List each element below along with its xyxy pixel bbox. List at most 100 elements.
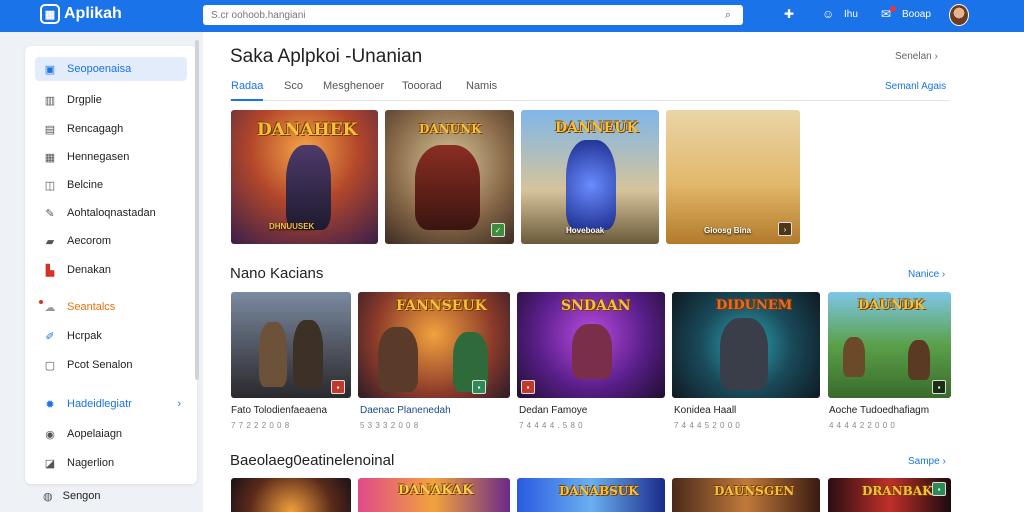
sidebar-item-9[interactable]: ☁ Seantalcs (35, 295, 187, 319)
hero-figure (293, 320, 323, 388)
game-card-7[interactable]: DANAKAK (358, 478, 510, 512)
grid-icon: ▥ (44, 94, 56, 107)
user-icon[interactable]: ☺ (822, 7, 834, 21)
section-new-title: Nano Kacians (230, 265, 324, 282)
sidebar-item-12[interactable]: ✹ Hadeidlegiatr › (35, 392, 187, 416)
play-badge-icon: › (778, 222, 792, 236)
sidebar-item-6[interactable]: ✎ Aohtaloqnastadan (35, 201, 187, 225)
see-all-label: Nanice (908, 269, 940, 280)
user-label[interactable]: Ihu (844, 9, 858, 20)
game-title-art: DANAHEK (257, 120, 358, 140)
sidebar-item-8[interactable]: ▙ Denakan (35, 258, 187, 282)
hero-figure (572, 324, 612, 379)
list-icon: ▢ (44, 359, 56, 372)
game-title-art: DANUNK (419, 122, 482, 136)
sidebar-item-label: Aecorom (67, 235, 112, 247)
main-panel (203, 32, 1024, 512)
tab-2[interactable]: Sco (284, 80, 303, 101)
search-icon[interactable]: ⌕ (721, 9, 735, 22)
sidebar-item-home[interactable]: ▣ Seopoenaisa (35, 57, 187, 81)
avatar[interactable] (949, 4, 969, 26)
section-third-see-all[interactable]: Sampe › (908, 456, 946, 467)
game-card-10[interactable]: DRANBAK ▪ (828, 478, 951, 512)
sidebar-item-15[interactable]: ◍ Sengon (35, 486, 101, 506)
platform-badge: ▪ (932, 482, 946, 496)
game-card-9[interactable]: DAUNSGEN (672, 478, 820, 512)
sidebar-item-label: Hadeidlegiatr (67, 398, 132, 410)
tab-1[interactable]: Radaa (231, 80, 264, 101)
book-icon: ◫ (44, 179, 56, 192)
game-card-4[interactable]: DIDUNEM (672, 292, 820, 398)
game-title-art: FANNSEUK (396, 298, 487, 314)
game-card-5[interactable]: DAUNDK ▪ (828, 292, 951, 398)
gear-icon: ✹ (45, 398, 55, 411)
chat-icon[interactable]: ✚ (784, 7, 794, 21)
game-rating: 4 4 4 4 2 2 0 0 0 (829, 421, 896, 430)
featured-card-4[interactable]: Gioosg Bina › (666, 110, 800, 244)
sidebar-item-14[interactable]: ◪ Nagerlion (35, 451, 187, 475)
featured-card-1[interactable]: DANAHEK DHNUUSEK (231, 110, 378, 244)
sidebar-scrollbar[interactable] (195, 40, 199, 380)
tab-5[interactable]: Namis (466, 80, 497, 101)
tab-3[interactable]: Mesghenoer (323, 80, 384, 101)
top-see-all-link[interactable]: Senelan › (895, 51, 938, 62)
game-title-art: DANABSUK (559, 484, 639, 498)
game-title-art: SNDAAN (561, 298, 631, 314)
hero-figure (843, 337, 865, 377)
sidebar-item-7[interactable]: ▰ Aecorom (35, 229, 187, 253)
game-card-1[interactable]: ▪ (231, 292, 351, 398)
sidebar-item-label: Denakan (67, 264, 112, 276)
card-caption: Gioosg Bina (704, 226, 752, 235)
game-title-art: DANNEUK (555, 120, 639, 136)
game-name[interactable]: Daenac Planenedah (360, 405, 451, 416)
sidebar-item-label: Rencagagh (67, 123, 124, 135)
tab-4[interactable]: Tooorad (402, 80, 442, 101)
sidebar-item-11[interactable]: ▢ Pcot Senalon (35, 353, 187, 377)
sidebar-item-label: Seantalcs (67, 301, 116, 313)
game-card-3[interactable]: SNDAAN ▪ (517, 292, 665, 398)
sidebar-item-label: Hcrpak (67, 330, 102, 342)
game-card-6[interactable] (231, 478, 351, 512)
edit-icon: ✐ (45, 330, 55, 343)
game-card-8[interactable]: DANABSUK (517, 478, 665, 512)
notification-label[interactable]: Booap (902, 9, 931, 20)
section-new-see-all[interactable]: Nanice › (908, 269, 945, 280)
featured-card-3[interactable]: DANNEUK Hoveboak (521, 110, 659, 244)
hero-figure (415, 145, 480, 230)
search-input[interactable]: S.cr oohoob.hangiani ⌕ (203, 5, 743, 25)
hero-figure (908, 340, 930, 380)
hero-figure (378, 327, 418, 392)
image-icon: ◪ (44, 457, 56, 470)
game-name[interactable]: Dedan Famoye (519, 405, 587, 416)
game-rating: 5 3 3 3 2 0 0 8 (360, 421, 419, 430)
platform-badge: ▪ (521, 380, 535, 394)
sidebar-item-label: Drgplie (67, 94, 102, 106)
game-name[interactable]: Aoche Tudoedhafiagm (829, 405, 929, 416)
hero-figure (259, 322, 287, 387)
app-logo[interactable]: ▦ Aplikah (40, 4, 122, 24)
page-title: Saka Aplpkoi -Unanian (230, 46, 423, 67)
search-placeholder: S.cr oohoob.hangiani (211, 9, 306, 21)
platform-badge: ✓ (491, 223, 505, 237)
sidebar-item-5[interactable]: ◫ Belcine (35, 173, 187, 197)
platform-badge: ▪ (932, 380, 946, 394)
game-title-art: DIDUNEM (716, 298, 793, 313)
sidebar-item-2[interactable]: ▥ Drgplie (35, 88, 187, 112)
sidebar-item-13[interactable]: ◉ Aopelaiagn (35, 422, 187, 446)
platform-badge: ▪ (331, 380, 345, 394)
sidebar-item-10[interactable]: ✐ Hcrpak (35, 324, 187, 348)
game-rating: 7 4 4 4 5 2 0 0 0 (674, 421, 741, 430)
sidebar-item-label: Aohtaloqnastadan (67, 207, 156, 219)
game-name[interactable]: Konidea Haall (674, 405, 736, 416)
featured-card-2[interactable]: DANUNK ✓ (385, 110, 514, 244)
sidebar-item-4[interactable]: ▦ Hennegasen (35, 145, 187, 169)
game-name[interactable]: Fato Tolodienfaeaena (231, 405, 327, 416)
help-icon: ◍ (43, 490, 53, 503)
tabs-see-all-link[interactable]: Semanl Agais (885, 81, 946, 92)
sidebar-item-label: Pcot Senalon (67, 359, 133, 371)
cloud-icon: ☁ (44, 301, 56, 314)
game-card-2[interactable]: FANNSEUK ▪ (358, 292, 510, 398)
sidebar-item-3[interactable]: ▤ Rencagagh (35, 117, 187, 141)
card-caption: Hoveboak (566, 226, 605, 235)
hero-figure (286, 145, 331, 230)
